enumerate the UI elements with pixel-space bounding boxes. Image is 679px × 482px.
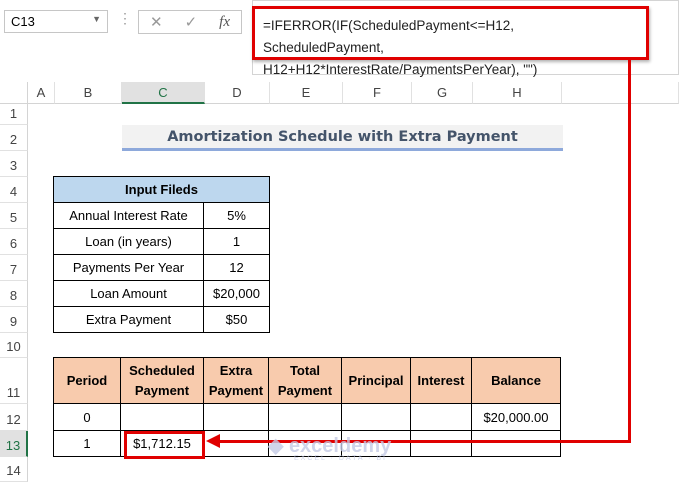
row-header-7[interactable]: 7 bbox=[0, 255, 28, 281]
formula-buttons: ✕ ✓ fx bbox=[138, 10, 242, 34]
input-label[interactable]: Loan (in years) bbox=[53, 228, 204, 255]
schedule-header[interactable]: Extra Payment bbox=[203, 357, 269, 404]
row-header-5[interactable]: 5 bbox=[0, 203, 28, 229]
schedule-cell[interactable]: 0 bbox=[53, 403, 121, 431]
name-box-value: C13 bbox=[11, 14, 35, 29]
row-header-11[interactable]: 11 bbox=[0, 358, 28, 404]
column-header-G[interactable]: G bbox=[412, 82, 473, 104]
insert-function-icon[interactable]: fx bbox=[219, 14, 230, 31]
schedule-cell[interactable] bbox=[410, 430, 472, 457]
watermark-logo: ◆ exceldemy EXCEL · DATA · BI bbox=[268, 435, 392, 462]
row-header-12[interactable]: 12 bbox=[0, 404, 28, 431]
schedule-cell[interactable] bbox=[120, 403, 204, 431]
column-header-C[interactable]: C bbox=[122, 82, 205, 104]
input-value[interactable]: 12 bbox=[203, 254, 270, 281]
column-header-H[interactable]: H bbox=[473, 82, 562, 104]
sheet-title: Amortization Schedule with Extra Payment bbox=[122, 125, 563, 151]
schedule-cell[interactable] bbox=[410, 403, 472, 431]
row-header-3[interactable]: 3 bbox=[0, 151, 28, 177]
enter-icon[interactable]: ✓ bbox=[185, 13, 198, 31]
select-all-corner[interactable] bbox=[0, 82, 28, 104]
row-header-9[interactable]: 9 bbox=[0, 307, 28, 333]
row-header-10[interactable]: 10 bbox=[0, 333, 28, 358]
cancel-icon[interactable]: ✕ bbox=[150, 13, 163, 31]
column-header-blank[interactable] bbox=[562, 82, 679, 104]
row-header-4[interactable]: 4 bbox=[0, 177, 28, 203]
schedule-header[interactable]: Balance bbox=[471, 357, 561, 404]
column-header-F[interactable]: F bbox=[343, 82, 412, 104]
chevron-down-icon[interactable]: ▼ bbox=[92, 14, 101, 24]
row-header-14[interactable]: 14 bbox=[0, 457, 28, 482]
input-label[interactable]: Payments Per Year bbox=[53, 254, 204, 281]
formula-input[interactable]: =IFERROR(IF(ScheduledPayment<=H12, Sched… bbox=[252, 6, 649, 77]
input-header[interactable]: Input Fileds bbox=[53, 176, 270, 203]
input-value[interactable]: $50 bbox=[203, 306, 270, 333]
schedule-cell[interactable] bbox=[203, 403, 269, 431]
row-header-1[interactable]: 1 bbox=[0, 104, 28, 125]
row-header-13[interactable]: 13 bbox=[0, 431, 28, 457]
more-icon: ⋮ bbox=[118, 10, 132, 26]
input-label[interactable]: Extra Payment bbox=[53, 306, 204, 333]
column-header-B[interactable]: B bbox=[55, 82, 122, 104]
column-header-D[interactable]: D bbox=[205, 82, 270, 104]
formula-line-1: =IFERROR(IF(ScheduledPayment<=H12, Sched… bbox=[263, 18, 514, 55]
name-box[interactable]: C13 ▼ bbox=[4, 10, 108, 33]
arrow-head-icon bbox=[206, 434, 220, 448]
column-header-E[interactable]: E bbox=[270, 82, 343, 104]
row-header-6[interactable]: 6 bbox=[0, 229, 28, 255]
row-header-8[interactable]: 8 bbox=[0, 281, 28, 307]
input-label[interactable]: Loan Amount bbox=[53, 280, 204, 307]
column-header-A[interactable]: A bbox=[28, 82, 55, 104]
input-label[interactable]: Annual Interest Rate bbox=[53, 202, 204, 229]
schedule-header[interactable]: Interest bbox=[410, 357, 472, 404]
schedule-header[interactable]: Scheduled Payment bbox=[120, 357, 204, 404]
arrow-line bbox=[628, 58, 631, 443]
input-value[interactable]: $20,000 bbox=[203, 280, 270, 307]
schedule-cell[interactable] bbox=[268, 403, 342, 431]
schedule-cell[interactable] bbox=[471, 430, 561, 457]
schedule-cell[interactable]: $20,000.00 bbox=[471, 403, 561, 431]
schedule-header[interactable]: Total Payment bbox=[268, 357, 342, 404]
schedule-header[interactable]: Period bbox=[53, 357, 121, 404]
row-header-2[interactable]: 2 bbox=[0, 125, 28, 151]
input-value[interactable]: 1 bbox=[203, 228, 270, 255]
schedule-cell[interactable]: 1 bbox=[53, 430, 121, 457]
formula-line-2: H12+H12*InterestRate/PaymentsPerYear), "… bbox=[263, 62, 538, 77]
schedule-cell[interactable] bbox=[341, 403, 411, 431]
input-value[interactable]: 5% bbox=[203, 202, 270, 229]
selected-cell-highlight bbox=[124, 431, 205, 459]
schedule-header[interactable]: Principal bbox=[341, 357, 411, 404]
